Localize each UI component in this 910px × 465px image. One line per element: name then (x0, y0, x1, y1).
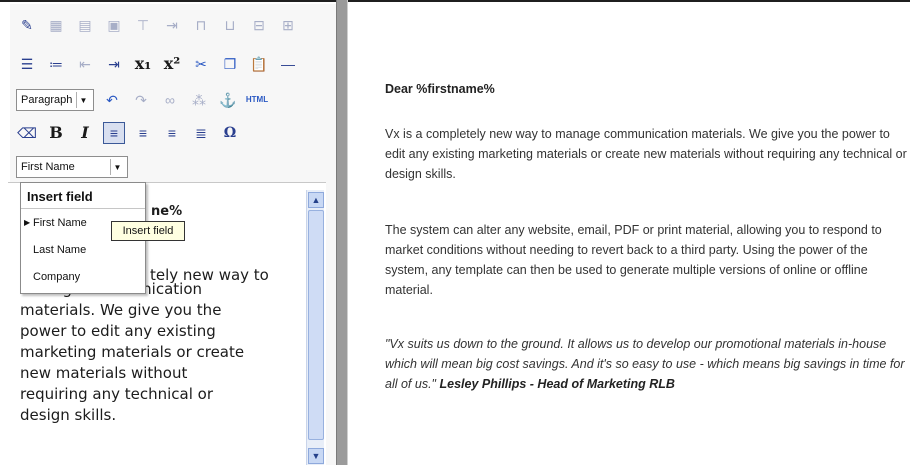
horizontal-rule-icon[interactable]: — (277, 53, 299, 75)
superscript-icon[interactable]: x² (161, 53, 183, 75)
unlink-icon[interactable]: ⁂ (188, 89, 210, 111)
toolbar-row-lists: ☰ ≔ ⇤ ⇥ x₁ x² ✂ ❐ 📋 — (16, 51, 299, 77)
redo-icon[interactable]: ↷ (130, 89, 152, 111)
toolbar-row-format: Paragraph ▼ ↶ ↷ ∞ ⁂ ⚓ HTML (16, 87, 268, 113)
align-right-icon[interactable]: ≡ (161, 122, 183, 144)
html-source-icon[interactable]: HTML (246, 89, 268, 111)
quote-author: Lesley Phillips - Head of Marketing RLB (439, 377, 675, 391)
align-center-icon[interactable]: ≡ (132, 122, 154, 144)
editor-line: requiring any technical or (20, 385, 213, 403)
anchor-icon[interactable]: ⚓ (217, 89, 239, 111)
scroll-down-icon[interactable]: ▼ (308, 448, 324, 464)
delete-col-icon[interactable]: ⊟ (248, 14, 270, 36)
scroll-up-icon[interactable]: ▲ (308, 192, 324, 208)
editor-line: materials. We give you the (20, 301, 222, 319)
menu-item-label: First Name (33, 216, 87, 229)
bold-icon[interactable]: B (45, 122, 67, 144)
copy-icon[interactable]: ❐ (219, 53, 241, 75)
toolbar-row-style: ⌫ B I ≡ ≡ ≡ ≣ Ω (16, 120, 241, 146)
italic-icon[interactable]: I (74, 122, 96, 144)
editor-scrollbar[interactable]: ▲ ▼ (306, 190, 324, 465)
chevron-down-icon: ▼ (110, 159, 124, 175)
format-select-value: Paragraph (21, 94, 73, 106)
table-properties-icon[interactable]: ▦ (45, 14, 67, 36)
format-select[interactable]: Paragraph ▼ (16, 89, 94, 111)
bullet-list-icon[interactable]: ☰ (16, 53, 38, 75)
menu-item-label: Company (33, 270, 81, 283)
chevron-down-icon: ▼ (76, 92, 90, 108)
row-props-icon[interactable]: ▤ (74, 14, 96, 36)
preview-pane: Dear %firstname% Vx is a completely new … (348, 0, 910, 465)
paste-icon[interactable]: 📋 (248, 53, 270, 75)
toolbar-row-table: ✎ ▦ ▤ ▣ ⊤ ⇥ ⊓ ⊔ ⊟ ⊞ (16, 12, 299, 38)
editor-line: new materials without (20, 364, 188, 382)
eraser-icon[interactable]: ⌫ (16, 122, 38, 144)
numbered-list-icon[interactable]: ≔ (45, 53, 67, 75)
menu-item-label: Last Name (33, 243, 87, 256)
caret-right-icon: ▶ (24, 218, 31, 227)
editor-line: marketing materials or create (20, 343, 245, 361)
insert-field-select[interactable]: First Name ▼ (16, 156, 128, 178)
editor-pane: ✎ ▦ ▤ ▣ ⊤ ⇥ ⊓ ⊔ ⊟ ⊞ ☰ ≔ ⇤ ⇥ x₁ x² ✂ ❐ 📋 … (0, 0, 336, 465)
tooltip: Insert field (111, 221, 185, 241)
editor-line: design skills. (20, 406, 117, 424)
preview-quote: "Vx suits us down to the ground. It allo… (385, 334, 909, 394)
align-left-icon[interactable]: ≡ (103, 122, 125, 144)
outdent-icon[interactable]: ⇤ (74, 53, 96, 75)
special-char-icon[interactable]: Ω (219, 122, 241, 144)
edit-icon[interactable]: ✎ (16, 14, 38, 36)
preview-greeting: Dear %firstname% (385, 82, 495, 96)
subscript-icon[interactable]: x₁ (132, 53, 154, 75)
cell-props-icon[interactable]: ▣ (103, 14, 125, 36)
scroll-thumb[interactable] (308, 210, 324, 440)
split-cells-icon[interactable]: ⊞ (277, 14, 299, 36)
undo-icon[interactable]: ↶ (101, 89, 123, 111)
pane-splitter[interactable] (336, 0, 348, 465)
editor-peek-text: ne% (151, 204, 183, 219)
editor-peek-text: tely new way to (150, 266, 269, 284)
insert-row-before-icon[interactable]: ⊤ (132, 14, 154, 36)
menu-header: Insert field (21, 183, 145, 209)
insert-col-before-icon[interactable]: ⊓ (190, 14, 212, 36)
preview-paragraph: Vx is a completely new way to manage com… (385, 127, 907, 181)
cut-icon[interactable]: ✂ (190, 53, 212, 75)
insert-row-after-icon[interactable]: ⇥ (161, 14, 183, 36)
link-icon[interactable]: ∞ (159, 89, 181, 111)
insert-field-select-value: First Name (21, 161, 75, 173)
insert-col-after-icon[interactable]: ⊔ (219, 14, 241, 36)
preview-paragraph: The system can alter any website, email,… (385, 223, 882, 297)
justify-icon[interactable]: ≣ (190, 122, 212, 144)
menu-item-company[interactable]: Company (21, 263, 145, 290)
editor-line: power to edit any existing (20, 322, 216, 340)
indent-icon[interactable]: ⇥ (103, 53, 125, 75)
